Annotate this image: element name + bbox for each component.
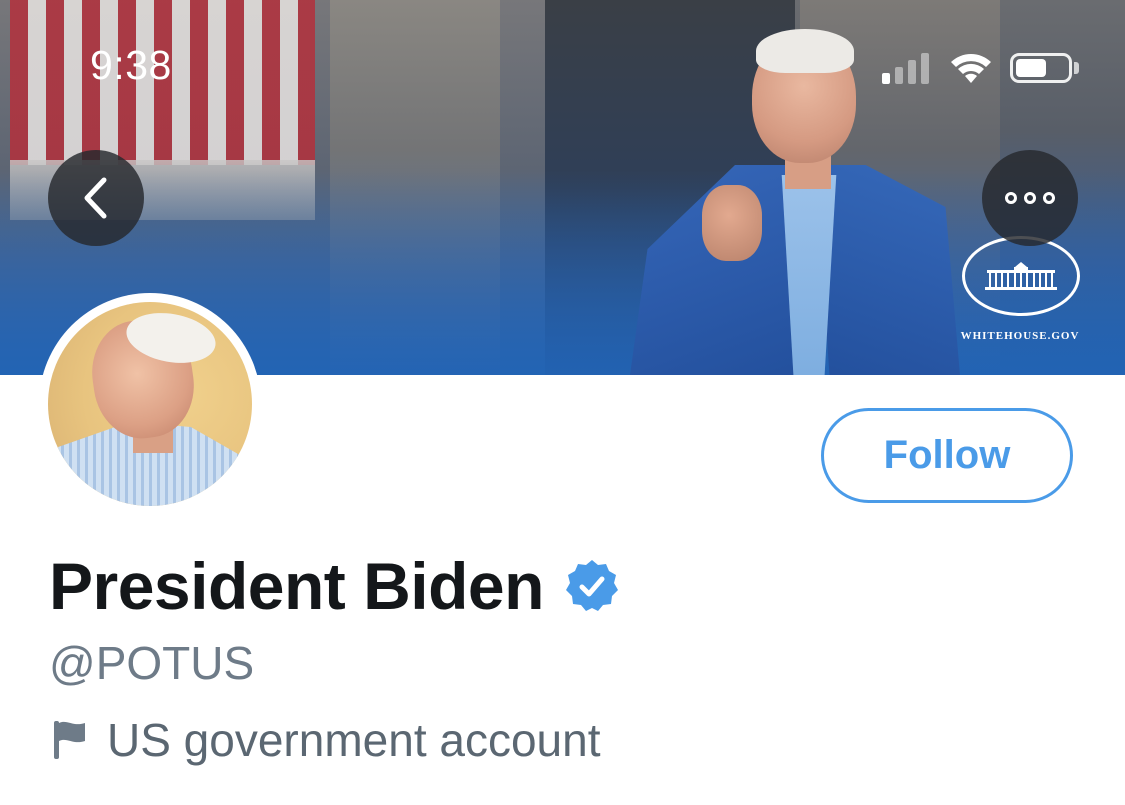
avatar[interactable] <box>39 293 261 515</box>
back-button[interactable] <box>48 150 144 246</box>
whitehouse-logo <box>962 236 1080 316</box>
status-time: 9:38 <box>90 42 172 88</box>
user-handle: @POTUS <box>49 637 255 689</box>
account-label: US government account <box>107 714 601 766</box>
wifi-icon <box>951 54 991 83</box>
display-name: President Biden <box>49 549 544 623</box>
follow-button[interactable]: Follow <box>821 408 1073 503</box>
chevron-left-icon <box>84 177 107 219</box>
battery-cap <box>1074 62 1079 74</box>
battery-icon <box>1010 53 1072 83</box>
cellular-signal-icon <box>882 52 932 84</box>
verified-badge-icon <box>565 560 618 611</box>
more-options-button[interactable] <box>982 150 1078 246</box>
account-label-row: US government account <box>49 713 601 767</box>
whitehouse-watermark: WHITEHOUSE.GOV <box>960 330 1080 342</box>
avatar-photo <box>48 302 252 506</box>
flag-icon <box>54 721 85 759</box>
whitehouse-building-icon <box>985 262 1057 290</box>
profile-name-row: President Biden <box>49 548 620 624</box>
more-horizontal-icon <box>1005 192 1055 204</box>
